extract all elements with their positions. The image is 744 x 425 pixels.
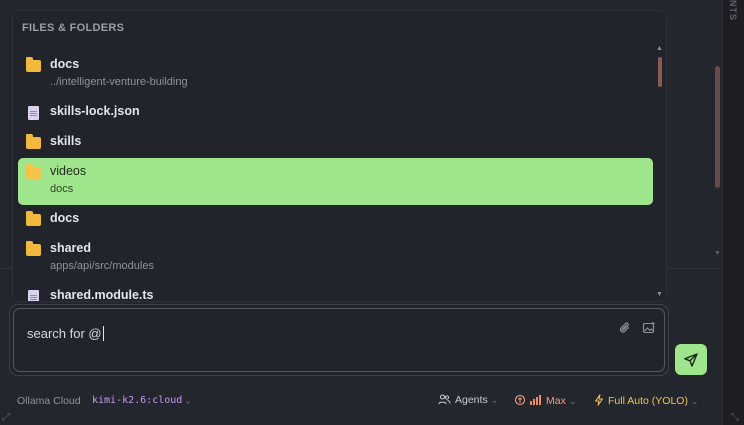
file-list-item-path: ../intelligent-venture-building [50,76,188,88]
mode-selector[interactable]: Full Auto (YOLO) ⌄ [594,394,699,407]
provider-label: Ollama Cloud [17,395,81,407]
file-list-item-name: videos [50,164,87,178]
folder-icon [26,241,42,257]
chevron-down-icon: ⌄ [568,396,577,406]
resize-handle-left-icon[interactable]: ⤢ [2,412,10,423]
popup-scroll-up-arrow[interactable]: ▲ [656,45,663,52]
file-list-item-name: skills-lock.json [50,104,140,118]
model-selector[interactable]: kimi-k2.6:cloud ⌄ [92,395,191,406]
model-name: kimi-k2.6:cloud [92,395,183,406]
folder-icon [26,134,42,150]
file-list-item-path: apps/api/src/modules [50,260,154,272]
file-list-item-path: docs [50,183,74,195]
panel-scrollbar-thumb[interactable] [715,66,720,188]
file-list-item[interactable]: skills [18,128,653,158]
chat-input-box[interactable]: search for @ [9,304,669,376]
status-footer: Ollama Cloud kimi-k2.6:cloud ⌄ Agents ⌄ Ma… [0,392,722,410]
chevron-down-icon: ⌄ [185,396,191,406]
resize-handle-right-icon[interactable]: ⤡ [731,412,739,423]
right-side-panel[interactable]: NTS [722,0,744,425]
effort-label: Max [546,395,566,407]
brain-icon [514,394,526,406]
send-button[interactable] [675,344,707,375]
file-mention-popup: FILES & FOLDERS ▲ ▼ docs ../intelligent-v… [12,10,667,302]
file-list-item-name: shared [50,241,91,255]
text-caret [102,326,104,341]
agents-selector[interactable]: Agents ⌄ [438,394,498,406]
side-panel-label: NTS [728,0,738,21]
file-icon [26,290,42,301]
folder-icon [26,164,42,180]
paperclip-icon[interactable] [618,321,632,335]
file-list-item-name: shared.module.ts [50,288,154,302]
agents-label: Agents [455,394,488,406]
effort-bars-icon [530,395,542,408]
file-list-item-name: docs [50,57,80,71]
chat-input-field[interactable]: search for @ [13,308,665,372]
file-list-item[interactable]: docs [18,205,653,235]
popup-scroll-down-arrow[interactable]: ▼ [656,291,663,298]
chevron-down-icon: ⌄ [490,395,499,405]
chat-input-text[interactable]: search for @ [27,326,104,341]
file-list-item[interactable]: skills-lock.json [18,98,653,128]
file-list-item[interactable]: docs ../intelligent-venture-building [18,51,653,98]
file-list-item-name: docs [50,211,80,225]
file-list: docs ../intelligent-venture-building skill… [18,51,653,302]
file-list-item[interactable]: videos docs [18,158,653,205]
folder-icon [26,211,42,227]
users-icon [438,394,451,405]
file-list-item-name: skills [50,134,82,148]
mode-label: Full Auto (YOLO) [608,395,688,407]
send-icon [684,353,698,367]
file-icon [26,106,42,120]
effort-selector[interactable]: Max ⌄ [514,394,576,408]
add-image-icon[interactable] [642,321,656,335]
folder-icon [26,57,42,73]
chevron-down-icon: ⌄ [690,396,699,406]
file-list-item[interactable]: shared.module.ts [18,282,653,302]
popup-header: FILES & FOLDERS [22,22,125,34]
file-list-item[interactable]: shared apps/api/src/modules [18,235,653,282]
popup-scrollbar-thumb[interactable] [658,57,662,87]
lightning-icon [595,394,603,406]
panel-scroll-down-arrow[interactable]: ▼ [714,250,721,257]
